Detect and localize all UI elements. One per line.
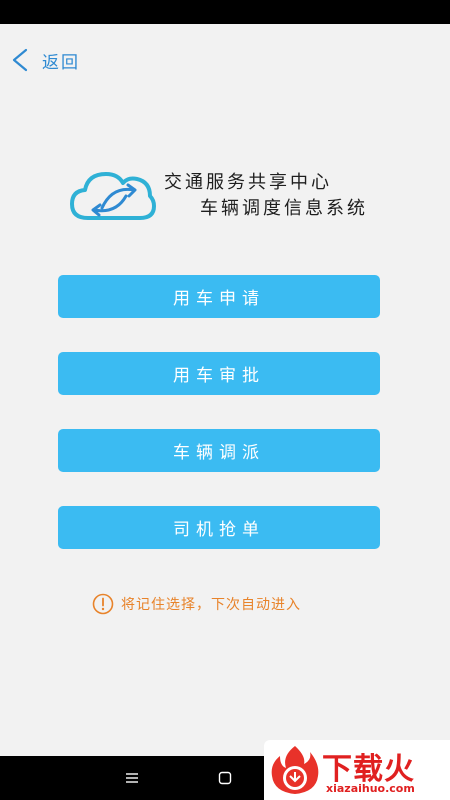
driver-grab-order-button[interactable]: 司机抢单 (58, 506, 380, 549)
watermark: 下载火 xiazaihuo.com (264, 740, 450, 800)
brand-header: 交通服务共享中心 车辆调度信息系统 (68, 160, 388, 226)
back-button[interactable]: 返回 (10, 44, 80, 76)
system-title-line-1: 交通服务共享中心 (164, 172, 332, 193)
system-title-line-2: 车辆调度信息系统 (200, 198, 368, 219)
watermark-url: xiazaihuo.com (326, 782, 415, 795)
flame-logo-icon (271, 746, 319, 794)
remember-choice-label: 将记住选择，下次自动进入 (121, 597, 301, 613)
cloud-exchange-icon (70, 172, 156, 220)
back-label: 返回 (42, 52, 80, 73)
vehicle-request-button[interactable]: 用车申请 (58, 275, 380, 318)
home-square-icon (218, 771, 232, 785)
remember-choice-toggle[interactable]: 将记住选择，下次自动进入 (92, 593, 301, 615)
status-bar (0, 0, 450, 24)
menu-nav-button[interactable] (110, 756, 154, 800)
menu-icon (126, 773, 138, 783)
home-nav-button[interactable] (203, 756, 247, 800)
chevron-left-icon (12, 48, 28, 72)
vehicle-approval-button[interactable]: 用车审批 (58, 352, 380, 395)
vehicle-dispatch-button[interactable]: 车辆调派 (58, 429, 380, 472)
alert-circle-icon (92, 593, 114, 615)
